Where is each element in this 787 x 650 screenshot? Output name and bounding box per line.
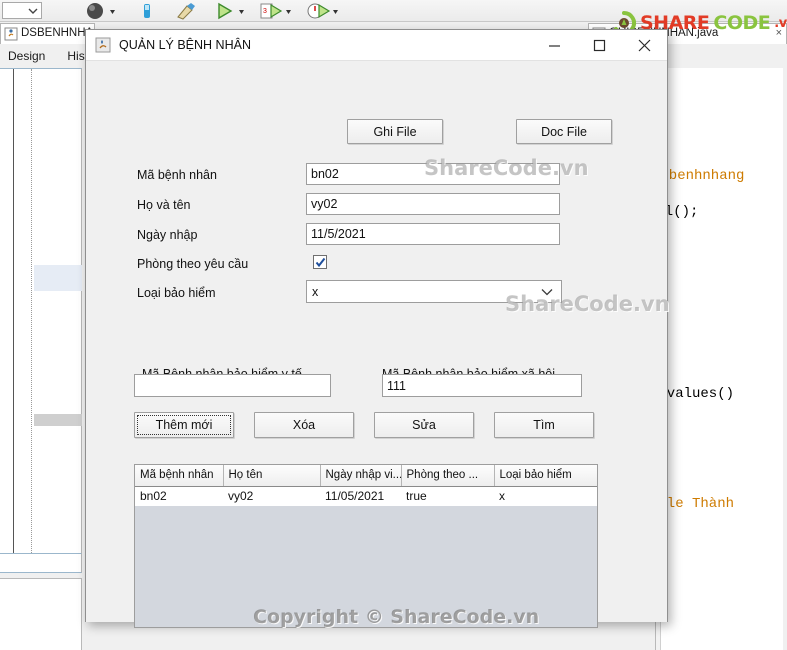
label-ma-benh-nhan: Mã bệnh nhân [137, 168, 217, 182]
screen: 3 DSBENHNHAN.j [0, 0, 787, 650]
checkmark-icon [315, 257, 325, 267]
ide-output-pane [0, 578, 82, 650]
dialog-titlebar[interactable]: QUẢN LÝ BỆNH NHÂN [86, 30, 667, 61]
label-ngay-nhap: Ngày nhập [137, 228, 198, 242]
bao-hiem-y-te-input[interactable] [134, 374, 331, 397]
code-line-1: ĐLbenhnhang [655, 168, 745, 184]
close-icon [638, 39, 651, 52]
editor-highlighted-line [34, 265, 82, 291]
maximize-icon [593, 39, 606, 52]
minimize-button[interactable] [532, 30, 577, 61]
close-button[interactable] [622, 30, 667, 61]
maximize-button[interactable] [577, 30, 622, 61]
ide-editor-left-pane[interactable] [0, 68, 82, 553]
them-moi-label: Thêm mới [155, 418, 213, 432]
ide-code-editor[interactable]: ĐLbenhnhang del(); ).values() File Thành [655, 68, 787, 650]
table-header-row: Mã bệnh nhân Họ tên Ngày nhập vi... Phòn… [135, 465, 597, 487]
run-dropdown-caret[interactable] [237, 1, 246, 21]
build-icon[interactable] [82, 1, 108, 21]
sua-button[interactable]: Sửa [374, 412, 474, 438]
doc-file-label: Doc File [541, 124, 587, 139]
tim-button[interactable]: Tìm [494, 412, 594, 438]
svg-text:3: 3 [263, 8, 267, 15]
java-file-icon [4, 27, 18, 41]
table-column-header[interactable]: Loại bảo hiểm [494, 465, 597, 487]
label-phong-theo-yeu-cau: Phòng theo yêu cầu [137, 257, 249, 271]
table-column-header[interactable]: Ngày nhập vi... [320, 465, 402, 487]
loai-bao-hiem-select[interactable]: x [306, 280, 562, 303]
ide-tab-label: DSBENHNHAN.j [21, 27, 94, 39]
table-column-header[interactable]: Họ tên [223, 465, 321, 487]
dialog-body: Ghi File Doc File Mã bệnh nhân bn02 Họ v… [86, 61, 667, 628]
run-icon[interactable] [211, 1, 237, 21]
loai-bao-hiem-value: x [312, 284, 319, 299]
benh-nhan-table[interactable]: Mã bệnh nhân Họ tên Ngày nhập vi... Phòn… [134, 464, 598, 628]
editor-selected-line [34, 414, 82, 426]
minimize-icon [549, 45, 560, 47]
chevron-down-icon [541, 288, 553, 295]
table-column-header[interactable]: Phòng theo ... [401, 465, 495, 487]
logo-vn-text: .vn [774, 15, 787, 31]
ide-tab-dsbenhnhan[interactable]: DSBENHNHAN.j [0, 23, 95, 44]
doc-file-button[interactable]: Doc File [516, 119, 612, 144]
ma-benh-nhan-input[interactable]: bn02 [306, 163, 560, 185]
table-row[interactable]: bn02 vy02 11/05/2021 true x [135, 486, 597, 506]
table-cell: bn02 [135, 486, 223, 506]
ho-va-ten-input[interactable]: vy02 [306, 193, 560, 215]
profile-icon[interactable] [305, 1, 331, 21]
tim-label: Tìm [533, 418, 555, 432]
clean-build-icon[interactable] [133, 1, 159, 21]
ngay-nhap-input[interactable]: 11/5/2021 [306, 223, 560, 245]
debug-file-icon[interactable]: 3 [258, 1, 284, 21]
profile-dropdown-caret[interactable] [331, 1, 340, 21]
table-cell: true [401, 486, 494, 506]
debug-dropdown-caret[interactable] [284, 1, 293, 21]
ide-editor-status-strip [0, 553, 82, 573]
table-column-header[interactable]: Mã bệnh nhân [135, 465, 224, 487]
editor-guide-line [31, 69, 32, 553]
toolbar-config-combo[interactable] [2, 2, 42, 19]
chevron-down-icon [28, 8, 38, 14]
label-ho-va-ten: Họ và tên [137, 198, 191, 212]
xoa-label: Xóa [292, 418, 316, 432]
table-cell: vy02 [223, 486, 320, 506]
java-app-icon [95, 37, 111, 53]
ghi-file-button[interactable]: Ghi File [347, 119, 443, 144]
xoa-button[interactable]: Xóa [254, 412, 354, 438]
broom-icon[interactable] [173, 1, 199, 21]
them-moi-button[interactable]: Thêm mới [134, 412, 234, 438]
ide-subtab-design[interactable]: Design [8, 49, 45, 63]
ghi-file-label: Ghi File [373, 124, 417, 139]
build-dropdown-caret[interactable] [108, 1, 117, 21]
phong-theo-yeu-cau-checkbox[interactable] [313, 255, 327, 269]
logo-code-text: CODE [713, 12, 771, 34]
window-controls [532, 30, 667, 61]
table-cell: 11/05/2021 [320, 486, 401, 506]
editor-gutter [0, 69, 14, 553]
sua-label: Sửa [412, 418, 436, 432]
label-loai-bao-hiem: Loại bảo hiểm [137, 286, 216, 300]
quan-ly-benh-nhan-dialog: QUẢN LÝ BỆNH NHÂN Ghi File Doc File Mã b… [85, 29, 668, 628]
bao-hiem-xa-hoi-input[interactable]: 111 [382, 374, 582, 397]
dialog-title: QUẢN LÝ BỆNH NHÂN [119, 38, 251, 52]
ide-right-margin [783, 68, 787, 650]
table-cell: x [494, 486, 597, 506]
